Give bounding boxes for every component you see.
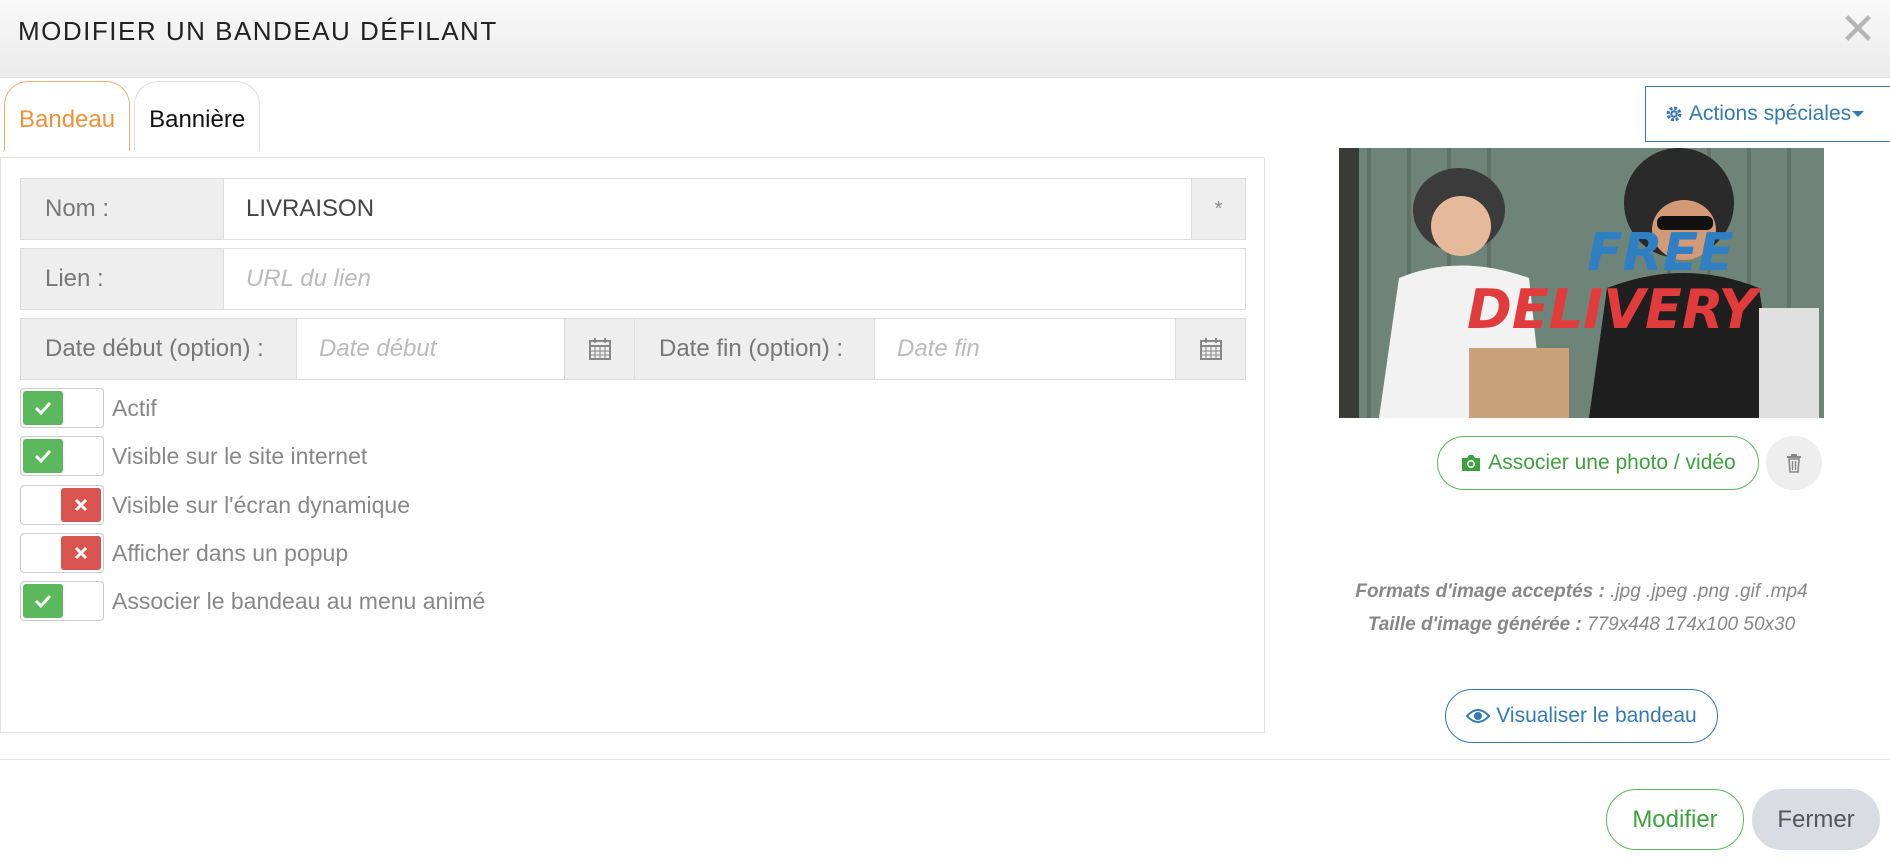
tab-banniere[interactable]: Bannière: [134, 81, 261, 151]
check-icon: [23, 439, 63, 473]
toggle-label: Actif: [112, 394, 157, 421]
banner-image-preview: FREE DELIVERY: [1339, 148, 1824, 418]
link-row: Lien : URL du lien: [20, 248, 1246, 310]
toggle-row-ecran-dynamique: Visible sur l'écran dynamique: [20, 484, 410, 526]
formats-label: Formats d'image acceptés :: [1355, 581, 1605, 602]
end-date-calendar-button[interactable]: [1175, 319, 1245, 379]
calendar-icon: [588, 338, 611, 360]
toggle-actif[interactable]: [20, 388, 104, 428]
toggle-popup[interactable]: [20, 533, 104, 573]
special-actions-label: Actions spéciales: [1688, 102, 1852, 125]
delete-photo-button[interactable]: [1766, 436, 1822, 490]
name-row: Nom : LIVRAISON *: [20, 178, 1246, 240]
end-date-label: Date fin (option) :: [634, 319, 874, 379]
toggle-label: Afficher dans un popup: [112, 539, 349, 566]
tab-bar: Bandeau Bannière: [4, 81, 264, 151]
toggle-row-popup: Afficher dans un popup: [20, 532, 348, 574]
special-actions-button[interactable]: Actions spéciales: [1645, 86, 1890, 142]
cross-icon: [61, 488, 101, 522]
image-text-free: FREE: [1587, 223, 1734, 283]
toggle-row-visible-site: Visible sur le site internet: [20, 435, 367, 477]
associate-photo-label: Associer une photo / vidéo: [1488, 451, 1736, 474]
modify-button[interactable]: Modifier: [1606, 789, 1744, 850]
caret-down-icon: [1852, 111, 1865, 117]
modal-title: MODIFIER UN BANDEAU DÉFILANT: [18, 16, 498, 46]
modal-header: MODIFIER UN BANDEAU DÉFILANT ✕: [0, 0, 1890, 78]
eye-icon: [1466, 709, 1491, 723]
image-text-delivery: DELIVERY: [1467, 278, 1763, 341]
toggle-visible-site[interactable]: [20, 436, 104, 476]
toggle-label: Visible sur le site internet: [112, 442, 368, 469]
start-date-label: Date début (option) :: [21, 319, 296, 379]
name-label: Nom :: [21, 179, 223, 239]
image-format-info: Formats d'image acceptés : .jpg .jpeg .p…: [1339, 575, 1824, 641]
size-label: Taille d'image générée :: [1367, 614, 1582, 635]
link-label: Lien :: [21, 249, 223, 309]
start-date-input[interactable]: Date début: [296, 319, 564, 379]
toggle-row-actif: Actif: [20, 387, 157, 429]
required-mark: *: [1191, 179, 1245, 239]
trash-icon: [1787, 454, 1801, 473]
cross-icon: [61, 536, 101, 570]
end-date-input[interactable]: Date fin: [874, 319, 1175, 379]
size-value: 779x448 174x100 50x30: [1587, 614, 1796, 635]
toggle-menu-anime[interactable]: [20, 581, 104, 621]
associate-photo-button[interactable]: Associer une photo / vidéo: [1437, 436, 1759, 490]
tab-bandeau[interactable]: Bandeau: [4, 81, 131, 151]
check-icon: [23, 391, 63, 425]
start-date-calendar-button[interactable]: [564, 319, 634, 379]
calendar-icon: [1199, 338, 1222, 360]
footer-divider: [0, 759, 1890, 760]
view-banner-label: Visualiser le bandeau: [1496, 704, 1697, 727]
toggle-row-menu-anime: Associer le bandeau au menu animé: [20, 580, 485, 622]
formats-value: .jpg .jpeg .png .gif .mp4: [1610, 581, 1808, 602]
toggle-label: Visible sur l'écran dynamique: [112, 491, 411, 518]
view-banner-button[interactable]: Visualiser le bandeau: [1445, 689, 1718, 743]
toggle-label: Associer le bandeau au menu animé: [112, 587, 486, 614]
dates-row: Date début (option) : Date début Date fi…: [20, 318, 1246, 380]
form-panel: Nom : LIVRAISON * Lien : URL du lien Dat…: [0, 157, 1265, 733]
check-icon: [23, 584, 63, 618]
link-input[interactable]: URL du lien: [223, 249, 1245, 309]
camera-icon: [1462, 455, 1481, 471]
toggle-ecran-dynamique[interactable]: [20, 485, 104, 525]
name-input[interactable]: LIVRAISON: [223, 179, 1191, 239]
close-icon[interactable]: ✕: [1838, 8, 1878, 52]
gear-icon: [1666, 106, 1682, 122]
close-button[interactable]: Fermer: [1752, 789, 1880, 850]
